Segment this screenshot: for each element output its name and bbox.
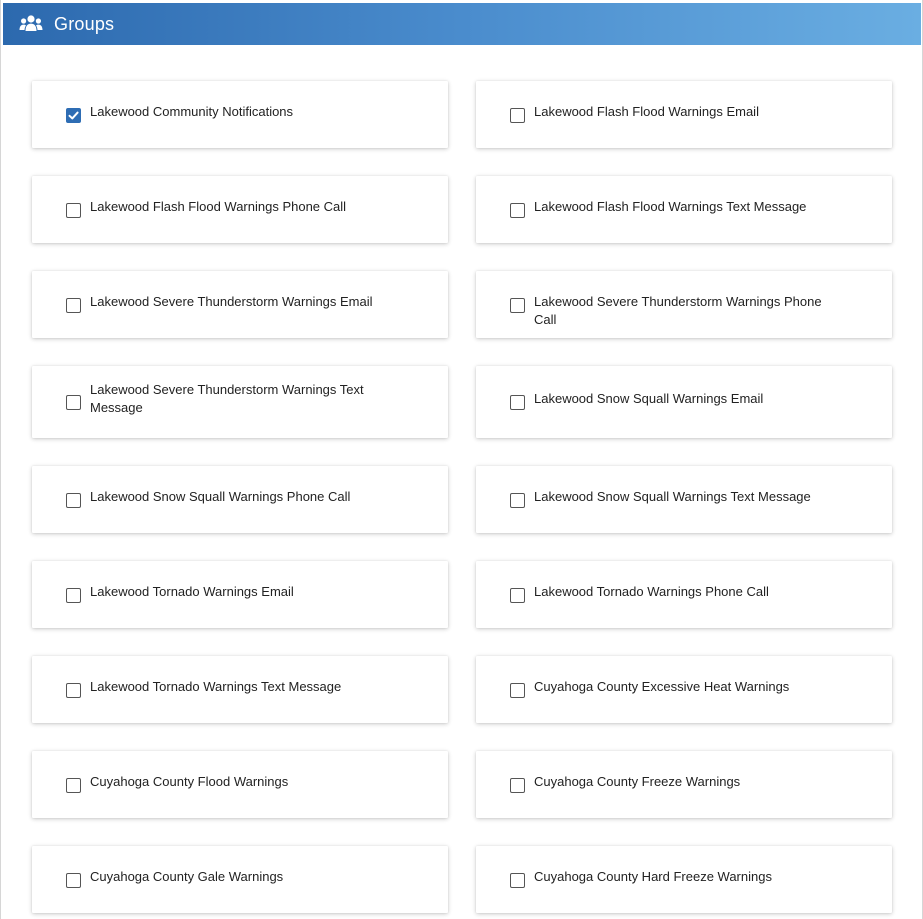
group-card[interactable]: Cuyahoga County Hard Freeze Warnings bbox=[476, 846, 892, 913]
group-label: Lakewood Flash Flood Warnings Text Messa… bbox=[534, 199, 807, 214]
group-card[interactable]: Lakewood Severe Thunderstorm Warnings Te… bbox=[32, 366, 448, 438]
group-label: Cuyahoga County Hard Freeze Warnings bbox=[534, 869, 772, 884]
group-label: Lakewood Flash Flood Warnings Phone Call bbox=[90, 199, 347, 214]
group-card[interactable]: Lakewood Snow Squall Warnings Text Messa… bbox=[476, 466, 892, 533]
checkbox[interactable] bbox=[66, 395, 81, 410]
checkbox[interactable] bbox=[510, 778, 525, 793]
checkbox[interactable] bbox=[66, 778, 81, 793]
users-group-icon bbox=[18, 13, 44, 35]
page-title: Groups bbox=[54, 13, 115, 34]
group-label: Lakewood Flash Flood Warnings Email bbox=[534, 104, 759, 119]
group-label: Lakewood Snow Squall Warnings Phone Call bbox=[90, 489, 351, 504]
group-label: Cuyahoga County Excessive Heat Warnings bbox=[534, 679, 790, 694]
group-label: Lakewood Tornado Warnings Email bbox=[90, 584, 294, 599]
checkbox[interactable] bbox=[510, 683, 525, 698]
group-card[interactable]: Cuyahoga County Gale Warnings bbox=[32, 846, 448, 913]
group-label: Cuyahoga County Gale Warnings bbox=[90, 869, 284, 884]
group-label: Lakewood Severe Thunderstorm Warnings Te… bbox=[90, 382, 364, 415]
checkbox[interactable] bbox=[66, 203, 81, 218]
group-label: Cuyahoga County Freeze Warnings bbox=[534, 774, 741, 789]
group-card[interactable]: Cuyahoga County Flood Warnings bbox=[32, 751, 448, 818]
group-card[interactable]: Lakewood Severe Thunderstorm Warnings Em… bbox=[32, 271, 448, 338]
checkbox[interactable] bbox=[66, 298, 81, 313]
checkbox[interactable] bbox=[510, 203, 525, 218]
group-card[interactable]: Cuyahoga County Freeze Warnings bbox=[476, 751, 892, 818]
check-icon bbox=[68, 111, 79, 120]
checkbox[interactable] bbox=[510, 108, 525, 123]
group-card[interactable]: Lakewood Severe Thunderstorm Warnings Ph… bbox=[476, 271, 892, 338]
group-card[interactable]: Lakewood Flash Flood Warnings Email bbox=[476, 81, 892, 148]
checkbox-checked[interactable] bbox=[66, 108, 81, 123]
group-label: Lakewood Snow Squall Warnings Email bbox=[534, 391, 764, 406]
group-card[interactable]: Lakewood Flash Flood Warnings Text Messa… bbox=[476, 176, 892, 243]
group-label: Lakewood Severe Thunderstorm Warnings Ph… bbox=[534, 294, 822, 327]
group-card[interactable]: Lakewood Snow Squall Warnings Phone Call bbox=[32, 466, 448, 533]
group-label: Lakewood Community Notifications bbox=[90, 104, 294, 119]
group-card[interactable]: Lakewood Flash Flood Warnings Phone Call bbox=[32, 176, 448, 243]
checkbox[interactable] bbox=[66, 493, 81, 508]
group-card[interactable]: Lakewood Community Notifications bbox=[32, 81, 448, 148]
group-card[interactable]: Lakewood Snow Squall Warnings Email bbox=[476, 366, 892, 438]
group-card[interactable]: Lakewood Tornado Warnings Email bbox=[32, 561, 448, 628]
group-card[interactable]: Lakewood Tornado Warnings Phone Call bbox=[476, 561, 892, 628]
group-label: Lakewood Tornado Warnings Text Message bbox=[90, 679, 342, 694]
groups-panel: Groups Lakewood Community Notifications L… bbox=[0, 0, 923, 919]
checkbox[interactable] bbox=[66, 683, 81, 698]
checkbox[interactable] bbox=[66, 873, 81, 888]
group-card[interactable]: Cuyahoga County Excessive Heat Warnings bbox=[476, 656, 892, 723]
checkbox[interactable] bbox=[510, 298, 525, 313]
checkbox[interactable] bbox=[510, 493, 525, 508]
checkbox[interactable] bbox=[510, 395, 525, 410]
checkbox[interactable] bbox=[510, 873, 525, 888]
group-label: Lakewood Tornado Warnings Phone Call bbox=[534, 584, 769, 599]
checkbox[interactable] bbox=[510, 588, 525, 603]
group-label: Lakewood Snow Squall Warnings Text Messa… bbox=[534, 489, 811, 504]
checkbox[interactable] bbox=[66, 588, 81, 603]
group-card[interactable]: Lakewood Tornado Warnings Text Message bbox=[32, 656, 448, 723]
groups-header: Groups bbox=[3, 3, 921, 45]
group-label: Lakewood Severe Thunderstorm Warnings Em… bbox=[90, 294, 373, 309]
group-label: Cuyahoga County Flood Warnings bbox=[90, 774, 289, 789]
